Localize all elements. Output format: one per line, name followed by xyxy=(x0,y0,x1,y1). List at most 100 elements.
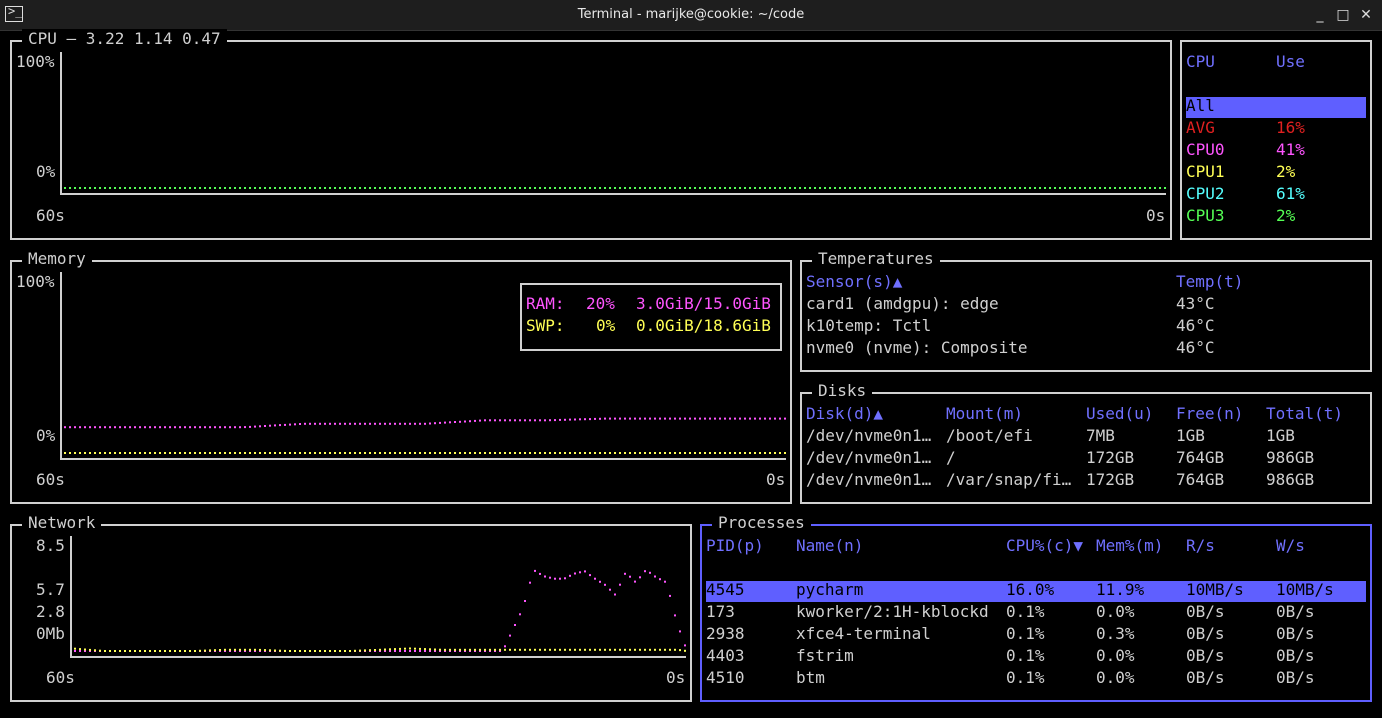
point-cpu3 xyxy=(659,187,661,189)
proc-header-pid[interactable]: PID(p) xyxy=(706,535,764,557)
temp-row-sensor[interactable]: k10temp: Tctl xyxy=(806,315,931,337)
disk-header-used[interactable]: Used(u) xyxy=(1086,403,1153,425)
point-swp xyxy=(329,452,331,454)
proc-header-cpu[interactable]: CPU%(c)▼ xyxy=(1006,535,1083,557)
point-cpu3 xyxy=(424,187,426,189)
point-rx xyxy=(639,576,641,579)
point-swp xyxy=(599,452,601,454)
point-cpu3 xyxy=(854,187,856,189)
cpu-legend-cpu1[interactable]: CPU1 xyxy=(1186,161,1225,183)
cpu-legend-avg[interactable]: AVG xyxy=(1186,117,1215,139)
point-tx xyxy=(669,648,671,651)
point-swp xyxy=(269,452,271,454)
point-tx xyxy=(219,649,221,651)
point-cpu3 xyxy=(564,187,566,189)
disk-header-disk[interactable]: Disk(d)▲ xyxy=(806,403,883,425)
point-swp xyxy=(284,452,286,454)
cpu-legend-cpu2[interactable]: CPU2 xyxy=(1186,183,1225,205)
point-ram xyxy=(109,426,111,429)
point-tx xyxy=(589,648,591,651)
proc-header-rs[interactable]: R/s xyxy=(1186,535,1215,557)
proc-row-pid[interactable]: 4545 xyxy=(706,579,745,601)
point-ram xyxy=(739,417,741,420)
proc-row-name[interactable]: kworker/2:1H-kblockd xyxy=(796,601,989,623)
point-swp xyxy=(394,452,396,454)
point-cpu3 xyxy=(399,187,401,189)
point-ram xyxy=(529,419,531,422)
point-cpu3 xyxy=(504,187,506,189)
point-tx xyxy=(239,648,241,651)
minimize-button[interactable]: _ xyxy=(1310,5,1330,25)
cpu-legend-all[interactable]: All xyxy=(1186,95,1215,117)
cpu-legend-cpu0[interactable]: CPU0 xyxy=(1186,139,1225,161)
temp-row-sensor[interactable]: nvme0 (nvme): Composite xyxy=(806,337,1028,359)
point-tx xyxy=(179,650,181,652)
point-swp xyxy=(549,452,551,454)
point-ram xyxy=(279,424,281,427)
point-rx xyxy=(669,594,671,597)
point-cpu3 xyxy=(684,187,686,189)
proc-row-name[interactable]: fstrim xyxy=(796,645,854,667)
temp-header-temp[interactable]: Temp(t) xyxy=(1176,271,1243,293)
point-tx xyxy=(259,648,261,651)
point-rx xyxy=(519,613,521,616)
temp-row-sensor[interactable]: card1 (amdgpu): edge xyxy=(806,293,999,315)
point-ram xyxy=(769,417,771,420)
proc-row-pid[interactable]: 4403 xyxy=(706,645,745,667)
close-button[interactable]: ✕ xyxy=(1356,5,1376,25)
point-swp xyxy=(69,452,71,454)
point-tx xyxy=(319,650,321,652)
proc-row-name[interactable]: pycharm xyxy=(796,579,863,601)
point-ram xyxy=(679,417,681,420)
point-cpu3 xyxy=(764,187,766,189)
point-cpu3 xyxy=(959,187,961,189)
point-swp xyxy=(124,452,126,454)
proc-row-mem: 0.0% xyxy=(1096,602,1135,621)
processes-panel-title: Processes xyxy=(712,513,811,533)
point-swp xyxy=(134,452,136,454)
point-swp xyxy=(159,452,161,454)
proc-row-pid[interactable]: 2938 xyxy=(706,623,745,645)
point-ram xyxy=(449,421,451,424)
point-tx xyxy=(369,649,371,652)
point-tx xyxy=(154,650,156,652)
disk-header-total[interactable]: Total(t) xyxy=(1266,403,1343,425)
cpu-legend-cpu3[interactable]: CPU3 xyxy=(1186,205,1225,227)
proc-header-name[interactable]: Name(n) xyxy=(796,535,863,557)
point-cpu3 xyxy=(69,187,71,189)
point-swp xyxy=(754,452,756,454)
point-cpu3 xyxy=(1009,187,1011,189)
ram-label: RAM: xyxy=(526,294,565,313)
point-cpu3 xyxy=(139,187,141,189)
point-ram xyxy=(249,425,251,428)
proc-header-ws[interactable]: W/s xyxy=(1276,535,1305,557)
point-cpu3 xyxy=(754,187,756,189)
proc-row-pid[interactable]: 173 xyxy=(706,601,735,623)
point-ram xyxy=(624,417,626,420)
temp-header-sensor[interactable]: Sensor(s)▲ xyxy=(806,271,902,293)
point-cpu3 xyxy=(194,187,196,189)
disk-row-disk[interactable]: /dev/nvme0n1… xyxy=(806,447,931,469)
disk-header-free[interactable]: Free(n) xyxy=(1176,403,1243,425)
proc-row-pid[interactable]: 4510 xyxy=(706,667,745,689)
proc-row-name[interactable]: xfce4-terminal xyxy=(796,623,931,645)
point-ram xyxy=(389,422,391,425)
point-swp xyxy=(459,452,461,454)
point-cpu3 xyxy=(129,187,131,189)
disk-header-mount[interactable]: Mount(m) xyxy=(946,403,1023,425)
maximize-button[interactable]: □ xyxy=(1333,5,1353,25)
point-cpu3 xyxy=(804,187,806,189)
disk-row-disk[interactable]: /dev/nvme0n1… xyxy=(806,469,931,491)
proc-row-name[interactable]: btm xyxy=(796,667,825,689)
point-rx xyxy=(79,650,81,652)
disk-row-disk[interactable]: /dev/nvme0n1… xyxy=(806,425,931,447)
point-ram xyxy=(549,419,551,422)
point-swp xyxy=(674,452,676,454)
point-ram xyxy=(364,422,366,425)
proc-header-mem[interactable]: Mem%(m) xyxy=(1096,535,1163,557)
proc-row-mem: 0.0% xyxy=(1096,646,1135,665)
network-y-tick: 0Mb xyxy=(36,624,65,643)
point-rx xyxy=(649,571,651,574)
point-rx xyxy=(599,580,601,583)
point-swp xyxy=(429,452,431,454)
